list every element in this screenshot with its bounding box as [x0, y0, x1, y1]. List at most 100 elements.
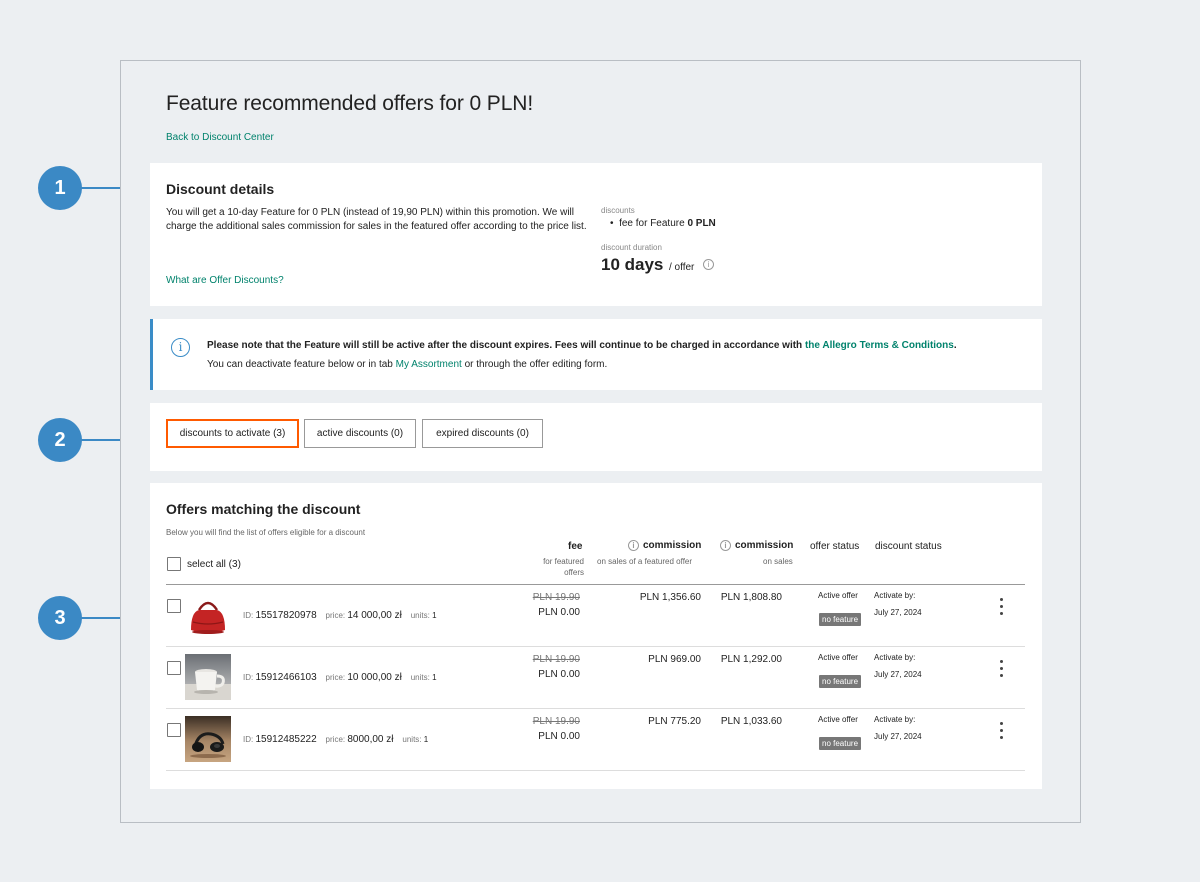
- marker-line-2: [80, 439, 120, 441]
- activate-by-date: July 27, 2024: [874, 608, 922, 617]
- notice-text: Please note that the Feature will still …: [207, 340, 805, 351]
- discount-duration-unit: / offer: [669, 262, 695, 273]
- feature-notice-card: i Please note that the Feature will stil…: [150, 319, 1042, 390]
- units-label: units:: [410, 673, 430, 682]
- offer-id: 15517820978: [255, 610, 317, 621]
- row-checkbox[interactable]: [167, 723, 181, 737]
- discount-item-value: 0 PLN: [687, 218, 716, 229]
- col-commission-label: commission: [735, 540, 794, 551]
- price-label: price:: [325, 735, 346, 744]
- notice-line-2: You can deactivate feature below or in t…: [207, 359, 607, 370]
- commission-sales: PLN 1,808.80: [720, 592, 782, 603]
- fee-old: PLN 19.90: [532, 654, 580, 665]
- kebab-menu-icon[interactable]: [996, 722, 1006, 744]
- select-all-label: select all (3): [187, 559, 241, 570]
- commission-featured: PLN 969.00: [648, 654, 701, 665]
- col-commission-header: i commission: [720, 540, 793, 551]
- offer-units: 1: [423, 735, 429, 744]
- col-commission-featured-header: i commission: [628, 540, 701, 551]
- row-checkbox[interactable]: [167, 661, 181, 675]
- price-label: price:: [325, 673, 346, 682]
- commission-featured: PLN 1,356.60: [639, 592, 701, 603]
- discount-details-card: Discount details You will get a 10-day F…: [150, 163, 1042, 306]
- fee-new: PLN 0.00: [538, 669, 580, 680]
- id-label: ID:: [243, 611, 254, 620]
- info-icon[interactable]: i: [703, 259, 714, 270]
- activate-by-date: July 27, 2024: [874, 670, 922, 679]
- status-badge: no feature: [819, 613, 862, 626]
- status-badge: no feature: [819, 675, 862, 688]
- my-assortment-link[interactable]: My Assortment: [396, 359, 462, 370]
- info-icon[interactable]: i: [628, 540, 639, 551]
- marker-line-1: [80, 187, 120, 189]
- offer-meta: ID: 15517820978 price: 14 000,00 zł unit…: [243, 610, 437, 621]
- offer-status: Active offer: [818, 653, 858, 662]
- what-are-offer-discounts-link[interactable]: What are Offer Discounts?: [166, 275, 284, 286]
- tab-active-discounts[interactable]: active discounts (0): [304, 419, 416, 448]
- col-discount-status-header: discount status: [875, 541, 942, 552]
- marker-line-3: [80, 617, 120, 619]
- notice-end: .: [953, 340, 957, 351]
- terms-conditions-link[interactable]: the Allegro Terms & Conditions: [805, 340, 954, 351]
- offer-id: 15912466103: [255, 672, 317, 683]
- discount-duration-label: discount duration: [601, 243, 662, 252]
- headphones-thumbnail: [185, 716, 231, 762]
- col-fee-sub-1: for featured: [543, 557, 584, 566]
- back-to-discount-center-link[interactable]: Back to Discount Center: [166, 132, 274, 143]
- discount-duration-value: 10 days: [601, 255, 664, 274]
- kebab-menu-icon[interactable]: [996, 598, 1006, 620]
- info-icon: i: [171, 338, 190, 357]
- commission-sales: PLN 1,292.00: [720, 654, 782, 665]
- offer-meta: ID: 15912485222 price: 8000,00 zł units:…: [243, 734, 428, 745]
- price-label: price:: [325, 611, 346, 620]
- commission-sales: PLN 1,033.60: [720, 716, 782, 727]
- row-checkbox[interactable]: [167, 599, 181, 613]
- tab-discounts-to-activate[interactable]: discounts to activate (3): [166, 419, 299, 448]
- offer-status: Active offer: [818, 591, 858, 600]
- offer-units: 1: [432, 611, 437, 620]
- handbag-thumbnail: [185, 592, 231, 638]
- offer-price: 14 000,00 zł: [347, 610, 402, 621]
- activate-by-label: Activate by:: [874, 591, 916, 600]
- callout-marker-1: 1: [38, 166, 82, 210]
- offers-heading: Offers matching the discount: [166, 501, 361, 517]
- col-offer-status-header: offer status: [810, 541, 860, 552]
- discount-item-prefix: fee for Feature: [619, 218, 685, 229]
- commission-featured: PLN 775.20: [648, 716, 701, 727]
- col-commission-sub: on sales: [763, 557, 793, 566]
- discount-item: • fee for Feature 0 PLN: [610, 218, 716, 229]
- col-fee-header: fee: [568, 541, 583, 552]
- page-title: Feature recommended offers for 0 PLN!: [166, 92, 534, 115]
- offer-status: Active offer: [818, 715, 858, 724]
- mug-thumbnail: [185, 654, 231, 700]
- offers-subheading: Below you will find the list of offers e…: [166, 528, 366, 537]
- notice-line-1: Please note that the Feature will still …: [207, 340, 957, 351]
- col-fee-sub: for featured offers: [543, 556, 584, 578]
- fee-new: PLN 0.00: [538, 607, 580, 618]
- offer-units: 1: [432, 673, 437, 682]
- select-all-checkbox[interactable]: [167, 557, 181, 571]
- activate-by-label: Activate by:: [874, 653, 916, 662]
- col-commission-featured-label: commission: [643, 540, 702, 551]
- table-row: ID: 15912485222 price: 8000,00 zł units:…: [166, 709, 1025, 771]
- fee-old: PLN 19.90: [532, 716, 580, 727]
- info-icon[interactable]: i: [720, 540, 731, 551]
- units-label: units:: [402, 735, 422, 744]
- table-row: ID: 15912466103 price: 10 000,00 zł unit…: [166, 647, 1025, 709]
- callout-marker-3: 3: [38, 596, 82, 640]
- discount-details-text: You will get a 10-day Feature for 0 PLN …: [166, 207, 587, 232]
- offer-price: 8000,00 zł: [347, 734, 394, 745]
- fee-new: PLN 0.00: [538, 731, 580, 742]
- kebab-menu-icon[interactable]: [996, 660, 1006, 682]
- discount-details-heading: Discount details: [166, 181, 275, 197]
- offer-price: 10 000,00 zł: [347, 672, 402, 683]
- notice-text-2: You can deactivate feature below or in t…: [207, 359, 396, 370]
- table-row: ID: 15517820978 price: 14 000,00 zł unit…: [166, 585, 1025, 647]
- id-label: ID:: [243, 673, 254, 682]
- offers-matching-card: Offers matching the discount Below you w…: [150, 483, 1042, 789]
- tab-expired-discounts[interactable]: expired discounts (0): [422, 419, 543, 448]
- fee-old: PLN 19.90: [532, 592, 580, 603]
- activate-by-date: July 27, 2024: [874, 732, 922, 741]
- discounts-label: discounts: [601, 206, 635, 215]
- status-badge: no feature: [819, 737, 862, 750]
